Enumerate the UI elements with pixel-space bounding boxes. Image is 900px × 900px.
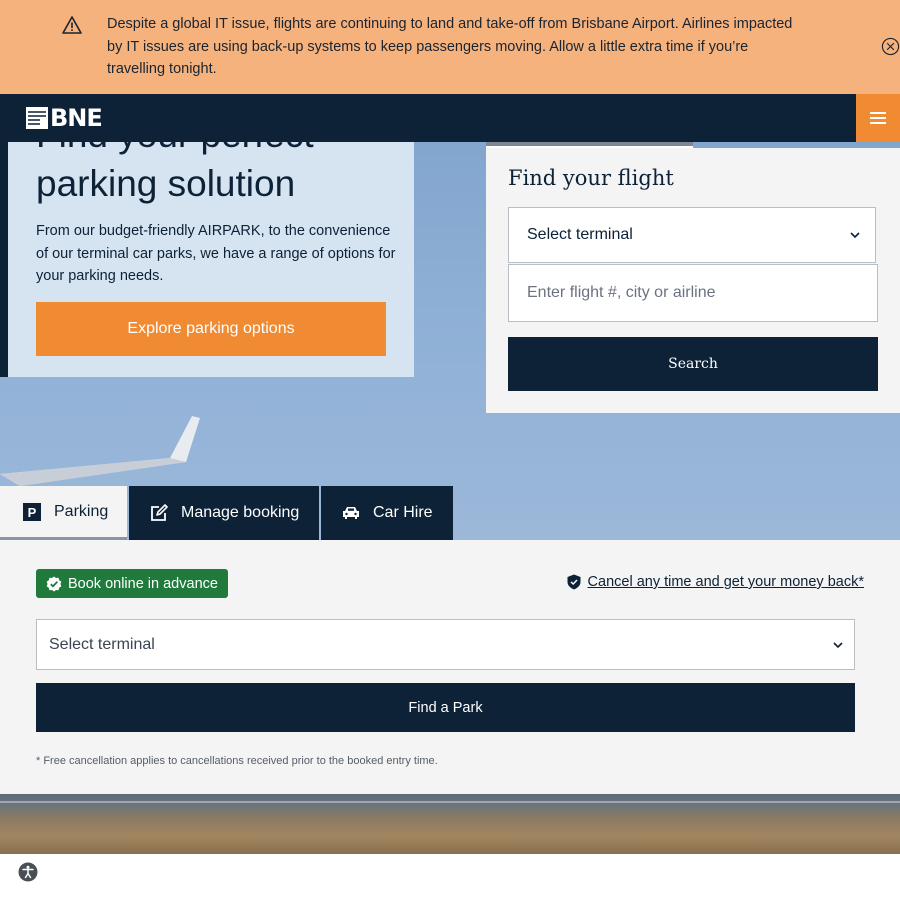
flight-search-button[interactable]: Search bbox=[508, 337, 878, 391]
parking-terminal-select[interactable]: Select terminal bbox=[36, 619, 855, 670]
runway-marking bbox=[0, 801, 900, 803]
bne-logo[interactable]: BNE bbox=[26, 104, 103, 132]
tab-manage-booking-label: Manage booking bbox=[181, 504, 300, 521]
terminal-select[interactable]: Select terminal bbox=[508, 207, 876, 263]
cancellation-footnote: * Free cancellation applies to cancellat… bbox=[36, 755, 438, 767]
tab-parking-label: Parking bbox=[54, 502, 109, 520]
runway-image bbox=[0, 794, 900, 854]
parking-promo-card: Find your perfect parking solution From … bbox=[8, 142, 414, 377]
menu-button[interactable] bbox=[856, 94, 900, 142]
verified-check-icon bbox=[46, 576, 62, 591]
svg-text:P: P bbox=[28, 505, 37, 520]
edit-icon bbox=[149, 503, 169, 523]
flight-search-input[interactable] bbox=[508, 264, 878, 322]
tab-parking[interactable]: P Parking bbox=[0, 486, 127, 540]
parking-icon: P bbox=[22, 502, 42, 522]
book-online-label: Book online in advance bbox=[68, 575, 218, 592]
logo-text: BNE bbox=[50, 104, 103, 132]
close-circle-icon[interactable] bbox=[881, 37, 900, 56]
alert-banner: Despite a global IT issue, flights are c… bbox=[0, 0, 900, 94]
site-header bbox=[0, 94, 900, 142]
hero-title: Find your perfect parking solution bbox=[36, 142, 314, 204]
find-a-park-button[interactable]: Find a Park bbox=[36, 683, 855, 732]
airplane-wing-image bbox=[0, 416, 200, 486]
hero-accent-strip bbox=[0, 142, 8, 377]
car-icon bbox=[341, 503, 361, 523]
tab-car-hire[interactable]: Car Hire bbox=[321, 486, 453, 540]
parking-terminal-select-value: Select terminal bbox=[49, 635, 155, 653]
accessibility-icon[interactable] bbox=[18, 862, 38, 882]
tab-manage-booking[interactable]: Manage booking bbox=[129, 486, 319, 540]
book-online-badge: Book online in advance bbox=[36, 569, 228, 598]
parking-booking-panel: Book online in advance Cancel any time a… bbox=[0, 540, 900, 794]
cancel-anytime-link[interactable]: Cancel any time and get your money back* bbox=[567, 574, 864, 590]
tab-car-hire-label: Car Hire bbox=[373, 504, 433, 521]
warning-icon bbox=[62, 16, 82, 34]
flight-search-title: Find your flight bbox=[508, 166, 674, 190]
explore-parking-button[interactable]: Explore parking options bbox=[36, 302, 386, 356]
flight-search-card: Find your flight Select terminal Search bbox=[486, 148, 900, 413]
chevron-down-icon bbox=[850, 232, 860, 239]
cancel-anytime-label: Cancel any time and get your money back* bbox=[587, 574, 864, 590]
terminal-select-value: Select terminal bbox=[527, 226, 633, 243]
shield-check-icon bbox=[567, 574, 581, 590]
chevron-down-icon bbox=[833, 641, 843, 648]
logo-mark-icon bbox=[26, 107, 48, 129]
hero-description: From our budget-friendly AIRPARK, to the… bbox=[36, 223, 396, 284]
alert-message: Despite a global IT issue, flights are c… bbox=[107, 16, 793, 77]
hamburger-icon bbox=[870, 112, 886, 124]
